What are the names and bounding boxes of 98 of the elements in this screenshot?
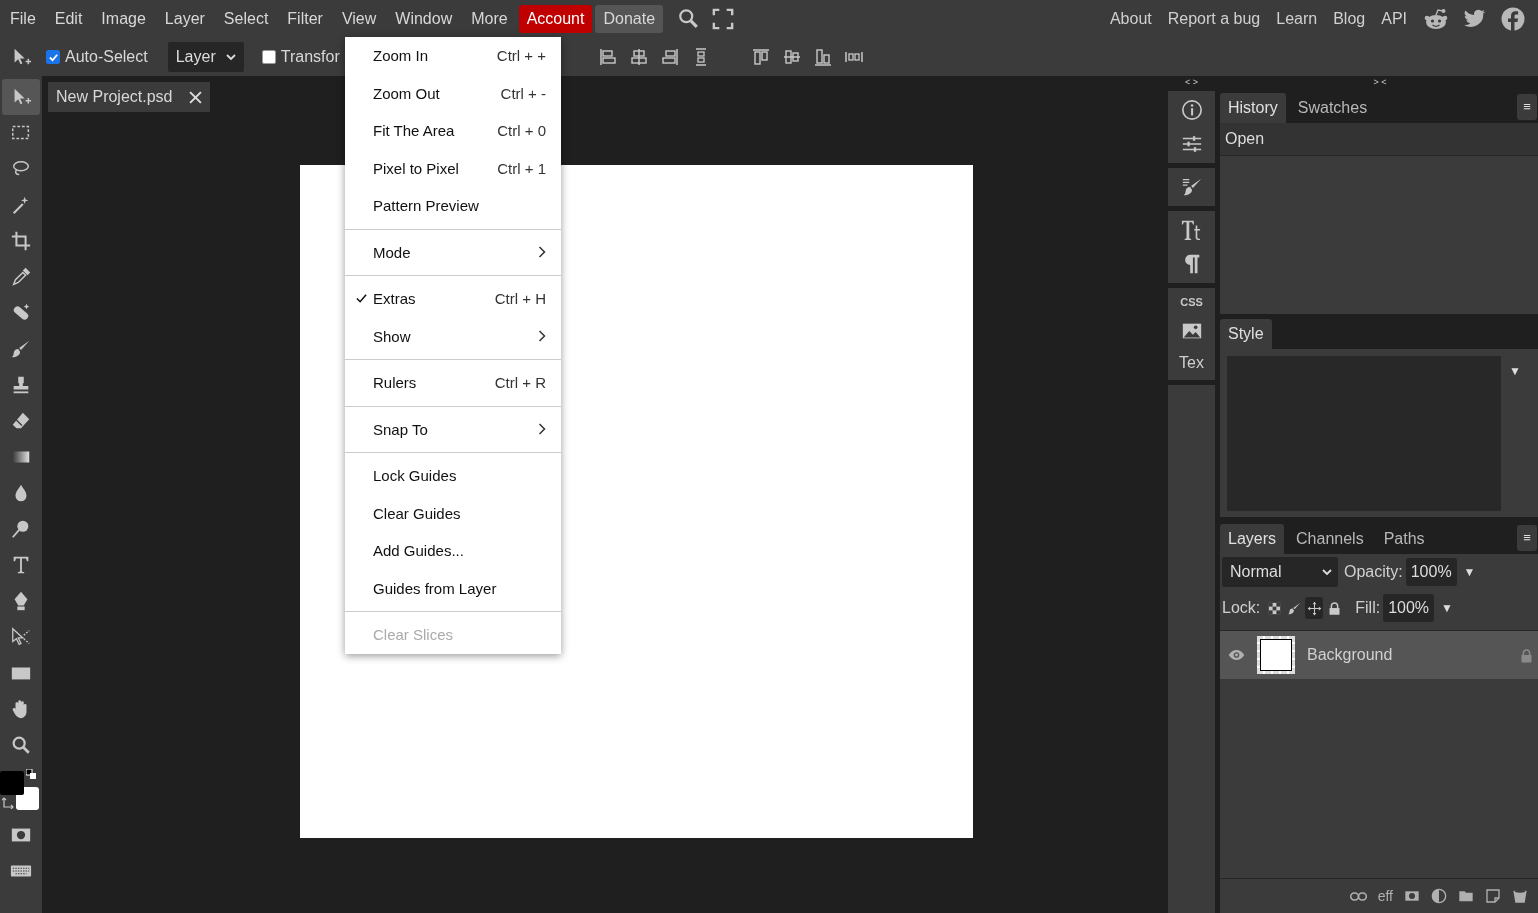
fill-label: Fill: (1355, 599, 1381, 617)
eyedropper-icon (10, 266, 32, 288)
align-top-icon[interactable] (750, 47, 771, 67)
folder-icon[interactable] (1458, 888, 1474, 904)
menu-item[interactable]: View (333, 5, 385, 33)
info-icon[interactable] (1180, 99, 1203, 121)
round-logo-icon[interactable] (1501, 7, 1525, 31)
eye-icon[interactable] (1228, 649, 1245, 661)
panel-tab[interactable]: Swatches (1289, 93, 1376, 123)
opacity-field[interactable]: 100% (1405, 558, 1457, 586)
menu-item[interactable]: Window (387, 5, 461, 33)
menu-item[interactable]: Mode (345, 233, 561, 271)
chevron-down-icon (1322, 567, 1332, 577)
checkbox[interactable] (46, 50, 60, 64)
fill-field[interactable]: 100% (1383, 594, 1435, 622)
menu-item[interactable]: Pattern Preview (345, 187, 561, 225)
fullscreen-icon[interactable] (712, 8, 735, 30)
menu-item[interactable]: Edit (46, 5, 91, 33)
panel-tab[interactable]: Style (1220, 319, 1272, 349)
menu-item[interactable]: Clear Guides (345, 494, 561, 532)
menu-item[interactable]: Guides from Layer (345, 569, 561, 607)
sliders-icon[interactable] (1180, 133, 1203, 155)
menu-item[interactable]: Extras Ctrl + H (345, 280, 561, 318)
default-colors-icon[interactable] (26, 769, 36, 779)
align-middle-icon[interactable] (781, 47, 802, 67)
close-icon[interactable] (188, 90, 202, 104)
panel-tab[interactable]: History (1220, 93, 1286, 123)
crop-icon (10, 230, 32, 252)
menu-item[interactable]: Donate (595, 5, 664, 33)
link-icon[interactable] (1349, 890, 1367, 902)
lock-label: Lock: (1222, 599, 1261, 617)
header-link[interactable]: Blog (1333, 10, 1366, 28)
align-bottom-icon[interactable] (812, 47, 833, 67)
swap-colors-icon[interactable] (2, 797, 14, 809)
chevron-right-icon (538, 423, 546, 436)
layer-name: Background (1307, 646, 1394, 664)
panel-menu-button[interactable]: ≡ (1517, 94, 1537, 120)
color-swatches-icon[interactable] (0, 771, 40, 811)
panel-tab[interactable]: Paths (1375, 524, 1433, 554)
mask-icon[interactable] (1404, 888, 1420, 904)
checkbox[interactable] (261, 50, 276, 64)
menu-item[interactable]: Fit The Area Ctrl + 0 (345, 112, 561, 150)
new-layer-icon[interactable] (1485, 888, 1501, 904)
dropdown-arrow[interactable]: ▼ (1509, 356, 1521, 511)
dropdown-arrow[interactable]: ▼ (1441, 601, 1453, 615)
menu-item[interactable]: Filter (279, 5, 331, 33)
collapse-toggle[interactable]: > < (1365, 78, 1395, 86)
header-link[interactable]: Learn (1276, 10, 1318, 28)
trash-icon[interactable] (1512, 888, 1528, 904)
text-label[interactable]: Tex (1179, 354, 1204, 372)
menu-item[interactable]: Account (518, 5, 593, 33)
effects-button[interactable]: eff (1377, 888, 1393, 904)
blend-mode-dropdown[interactable]: Normal (1222, 557, 1338, 587)
search-icon (10, 734, 32, 756)
half-circle-icon[interactable] (1431, 888, 1447, 904)
lock-move-icon[interactable] (1305, 597, 1324, 619)
checkbox-label: Transfor (280, 48, 340, 66)
panel-tab[interactable]: Layers (1220, 524, 1285, 554)
menu-item[interactable]: Zoom In Ctrl + + (345, 37, 561, 75)
alien-head-icon[interactable] (1423, 7, 1449, 31)
header-link[interactable]: Report a bug (1167, 10, 1261, 28)
checkbox-label: Auto-Select (65, 48, 148, 66)
dropdown-arrow[interactable]: ▼ (1463, 565, 1476, 579)
tool-button[interactable] (2, 79, 40, 115)
opacity-label: Opacity: (1344, 563, 1403, 581)
chevron-down-icon (225, 52, 236, 62)
menu-item[interactable]: Zoom Out Ctrl + - (345, 74, 561, 112)
panel-tab[interactable]: Channels (1288, 524, 1372, 554)
layer-dropdown[interactable]: Layer (167, 42, 244, 72)
history-entry[interactable]: Open (1220, 123, 1538, 156)
layer-row[interactable]: Background (1220, 631, 1538, 679)
document-tab[interactable]: New Project.psd (48, 82, 210, 112)
menu-item[interactable]: Rulers Ctrl + R (345, 364, 561, 402)
align-center-icon[interactable] (628, 47, 649, 67)
chevron-right-icon (538, 330, 546, 343)
brush-icon (10, 338, 32, 360)
collapse-toggle[interactable]: < > (1168, 78, 1215, 86)
menu-item[interactable]: Add Guides... (345, 532, 561, 570)
chevron-right-icon (538, 246, 546, 259)
menu-item[interactable]: Select (215, 5, 277, 33)
menu-item[interactable]: File (2, 5, 44, 33)
header-link[interactable]: About (1109, 10, 1152, 28)
panel-menu-button[interactable]: ≡ (1517, 525, 1537, 551)
layer-thumbnail (1257, 636, 1295, 674)
menu-item[interactable]: Lock Guides (345, 457, 561, 495)
menu-item[interactable]: Snap To (345, 410, 561, 448)
search-icon[interactable] (678, 8, 701, 30)
css-label[interactable]: CSS (1180, 296, 1203, 308)
align-left-icon[interactable] (597, 47, 618, 67)
menu-item[interactable]: Layer (156, 5, 213, 33)
menu-item[interactable]: Show (345, 317, 561, 355)
menu-item[interactable]: More (463, 5, 516, 33)
menu-item[interactable]: Pixel to Pixel Ctrl + 1 (345, 149, 561, 187)
align-right-icon[interactable] (659, 47, 680, 67)
character-icon[interactable] (1180, 219, 1203, 241)
brush-settings-icon[interactable] (1180, 176, 1203, 198)
header-link[interactable]: API (1381, 10, 1407, 28)
menu-item[interactable]: Image (93, 5, 154, 33)
